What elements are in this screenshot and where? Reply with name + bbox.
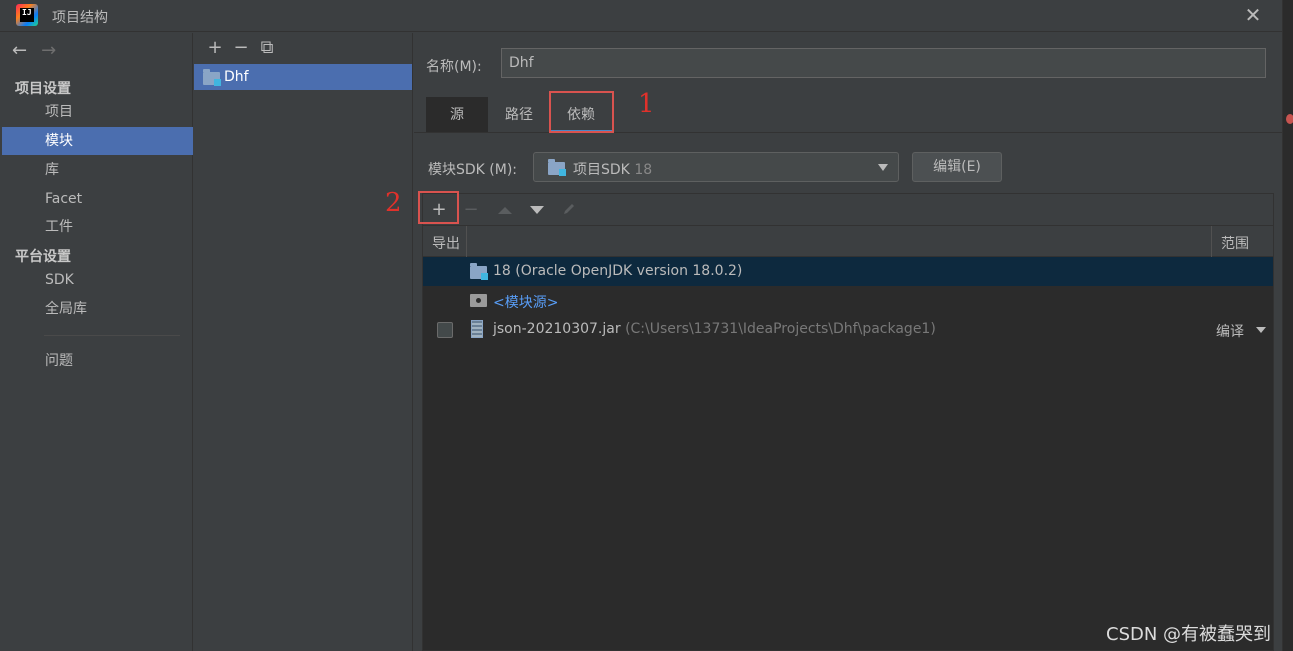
dependencies-table: + − 导出 范围 18 (Oracle OpenJDK version 18.… [422,193,1274,651]
move-down-icon[interactable] [530,206,544,214]
sdk-folder-icon [548,159,566,176]
chevron-down-icon [878,164,888,171]
tab-sources[interactable]: 源 [426,97,488,133]
sidebar-item-artifacts[interactable]: 工件 [2,213,193,241]
sidebar-item-sdks[interactable]: SDK [2,266,193,294]
forward-arrow-icon[interactable]: → [41,40,56,61]
close-button[interactable]: ✕ [1240,2,1266,28]
table-row[interactable]: 18 (Oracle OpenJDK version 18.0.2) [423,257,1273,286]
jar-file-icon [471,320,483,338]
nav-arrows: ← → [12,40,70,61]
tabs-divider [414,132,1282,133]
project-settings-header: 项目设置 [15,81,71,97]
sidebar-item-modules[interactable]: 模块 [2,127,193,155]
intellij-logo-icon: IJ [16,4,38,26]
sdk-folder-icon [470,263,488,280]
dependencies-toolbar: + − [423,194,1273,226]
column-export[interactable]: 导出 [432,233,460,253]
copy-module-button[interactable]: ⧉ [254,37,280,58]
sidebar-item-facets[interactable]: Facet [2,185,193,213]
edit-sdk-button[interactable]: 编辑(E) [912,152,1002,182]
move-up-icon[interactable] [498,207,512,214]
add-module-button[interactable]: + [202,37,228,58]
export-checkbox[interactable] [437,322,453,338]
sidebar-item-problems[interactable]: 问题 [2,347,193,375]
dependency-name: 18 (Oracle OpenJDK version 18.0.2) [493,263,743,279]
title-bar: IJ 项目结构 ✕ [0,0,1293,32]
module-name-input[interactable]: Dhf [501,48,1266,78]
sidebar-item-project[interactable]: 项目 [2,98,193,126]
sidebar-divider [44,335,180,336]
remove-dependency-button[interactable]: − [460,200,482,220]
error-indicator-icon [1286,114,1293,124]
name-label: 名称(M): [426,59,482,75]
module-sdk-label: 模块SDK (M): [428,162,518,178]
column-scope[interactable]: 范围 [1221,233,1249,253]
dependency-name: json-20210307.jar (C:\Users\13731\IdeaPr… [493,321,936,337]
remove-module-button[interactable]: − [228,37,254,58]
table-row[interactable]: json-20210307.jar (C:\Users\13731\IdeaPr… [423,315,1273,344]
edit-pencil-icon[interactable] [562,202,576,216]
module-folder-icon [203,69,221,86]
sidebar-item-libraries[interactable]: 库 [2,156,193,184]
scope-value[interactable]: 编译 [1216,321,1244,341]
annotation-number-1: 1 [638,89,655,119]
module-list-panel: + − ⧉ Dhf [194,33,413,651]
sidebar-item-global-libraries[interactable]: 全局库 [2,295,193,323]
platform-settings-header: 平台设置 [15,249,71,265]
background-window-edge [1282,0,1293,651]
settings-sidebar: ← → 项目设置 项目 模块 库 Facet 工件 平台设置 SDK 全局库 问题 [0,33,193,651]
column-divider [466,226,467,257]
annotation-number-2: 2 [385,188,402,218]
table-header: 导出 范围 [423,226,1273,257]
module-toolbar: + − ⧉ [202,37,280,59]
module-sdk-dropdown[interactable]: 项目SDK 18 [533,152,899,182]
module-name: Dhf [224,69,249,85]
sdk-selected-value: 项目SDK 18 [573,162,653,178]
module-source-folder-icon [470,294,487,307]
module-settings-panel: 名称(M): Dhf 源 路径 依赖 1 模块SDK (M): 项目SDK 18… [385,33,1282,651]
annotation-box-2 [418,191,459,224]
annotation-box-1 [549,91,614,133]
table-row[interactable]: <模块源> [423,286,1273,315]
back-arrow-icon[interactable]: ← [12,40,27,61]
dependency-name: <模块源> [493,295,559,311]
scope-dropdown-icon[interactable] [1256,327,1266,333]
tab-paths[interactable]: 路径 [488,97,550,133]
window-title: 项目结构 [52,10,108,26]
module-item-dhf[interactable]: Dhf [194,64,412,90]
column-divider [1211,226,1212,257]
watermark: CSDN @有被蠢哭到 [1106,624,1272,645]
